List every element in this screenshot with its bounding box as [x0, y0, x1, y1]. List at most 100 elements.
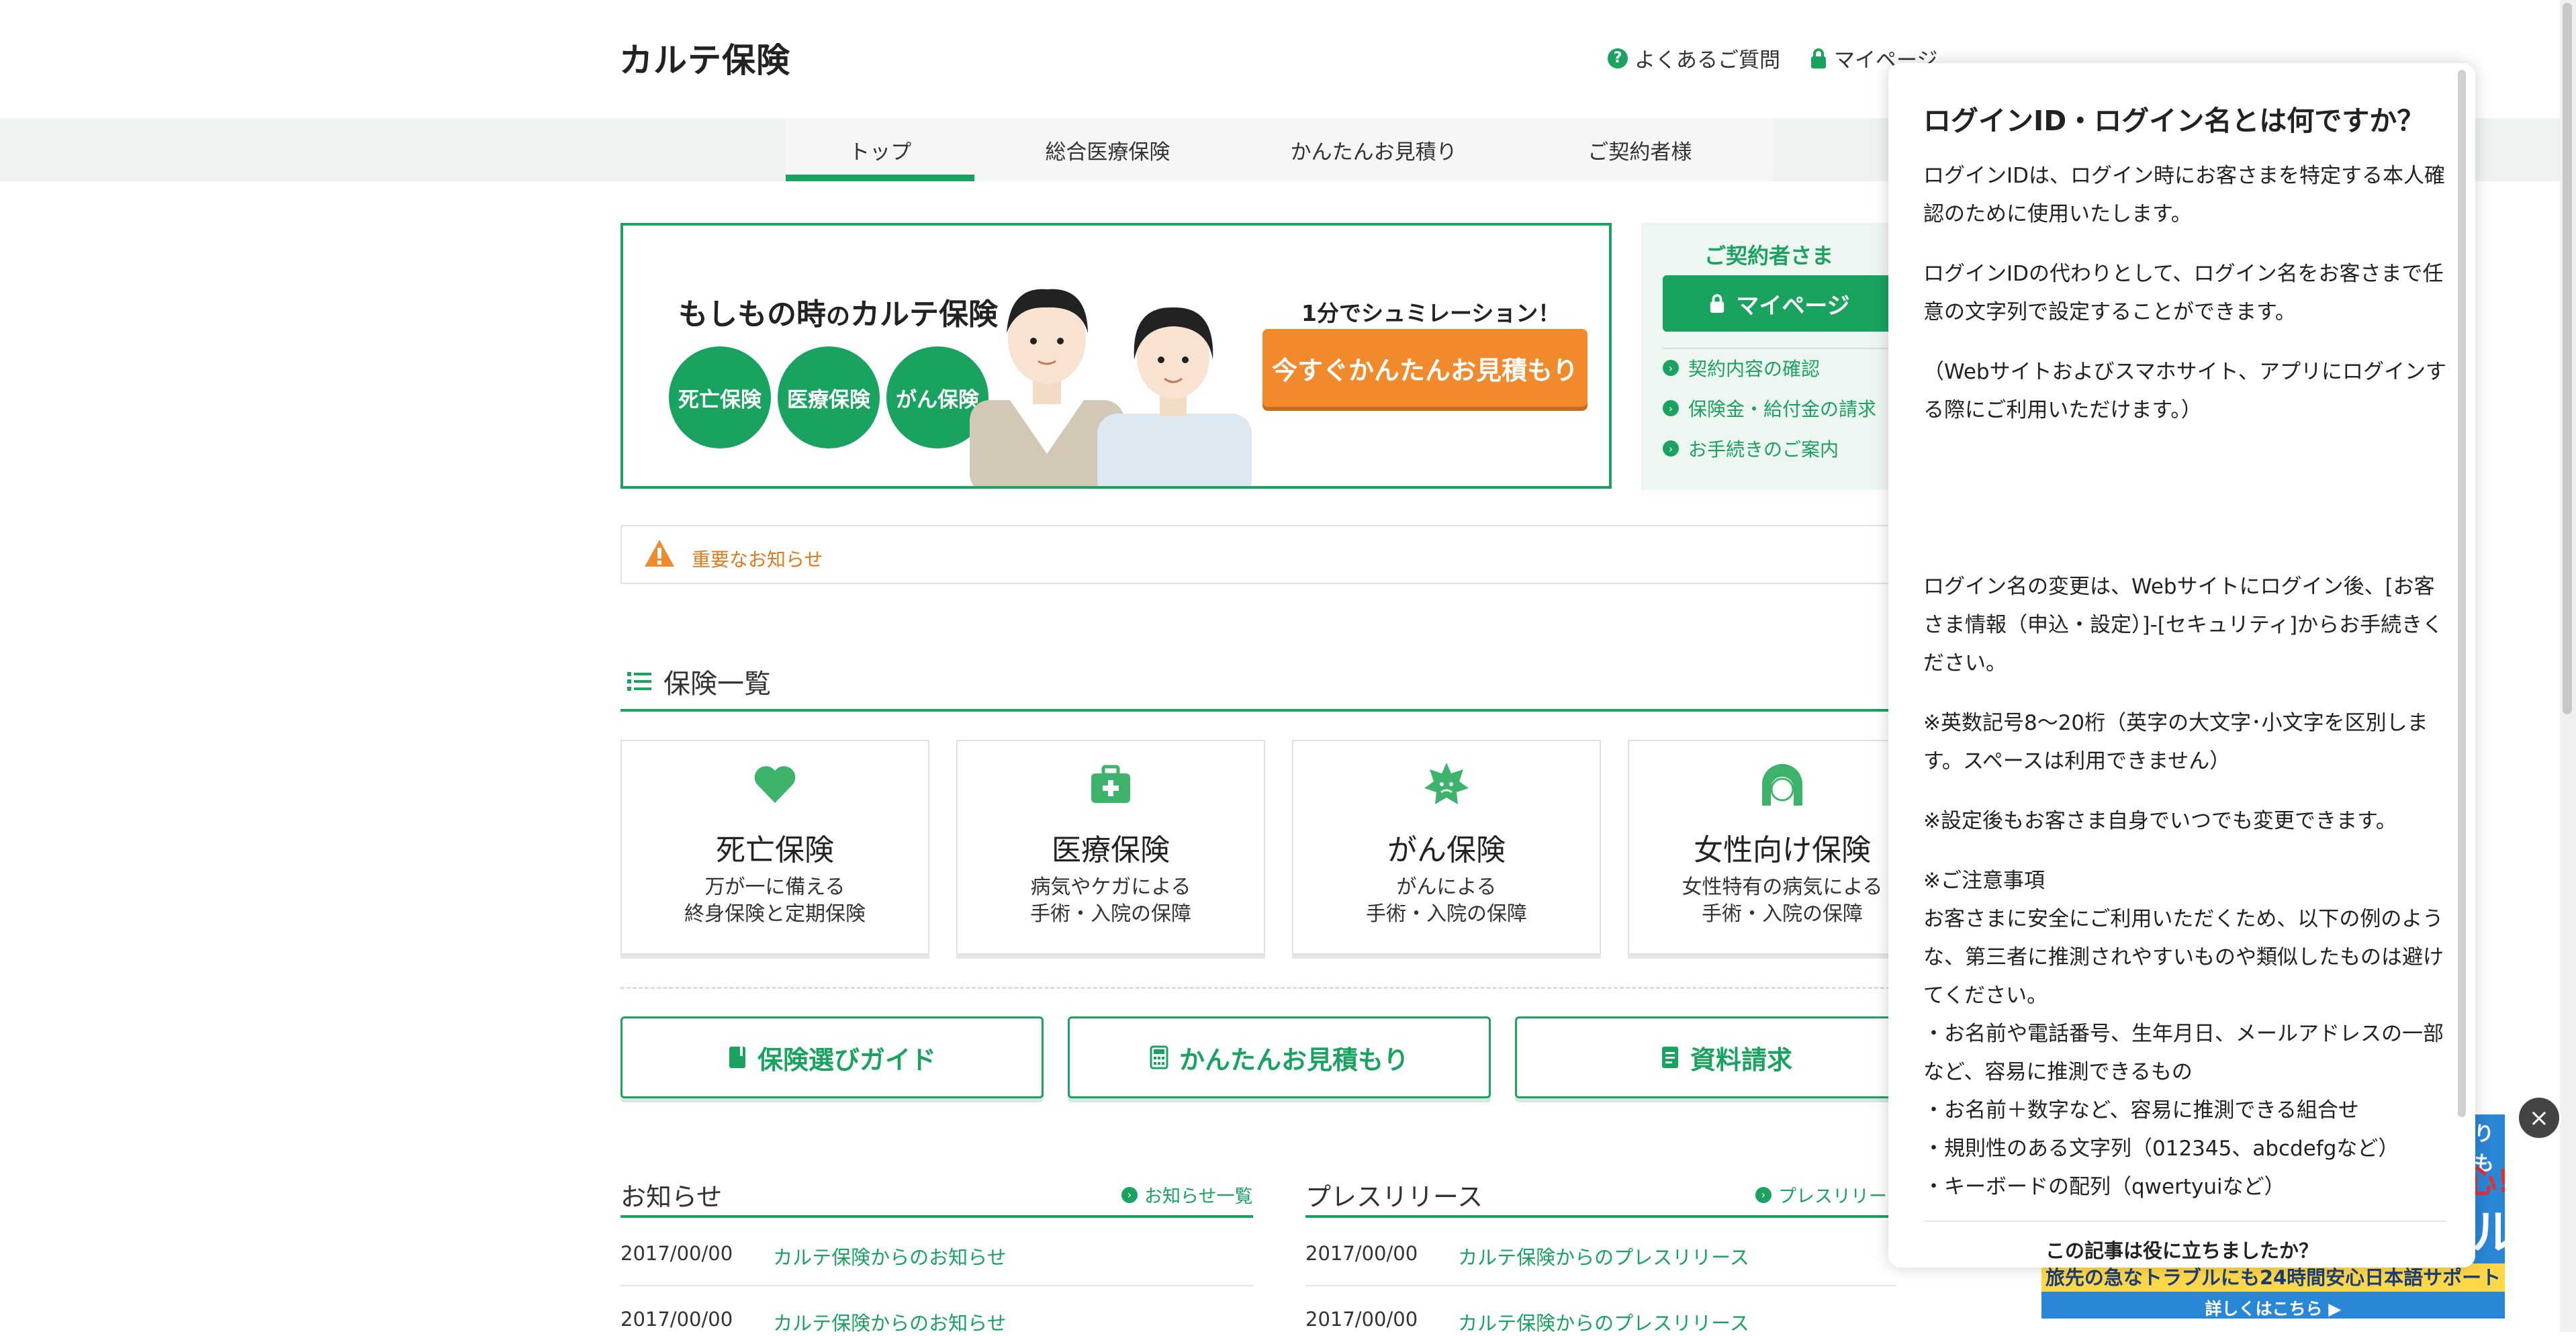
news-more-link[interactable]: › お知らせ一覧: [1121, 1182, 1252, 1208]
important-notice[interactable]: 重要なお知らせ: [620, 525, 1896, 584]
circle-death: 死亡保険: [669, 346, 771, 448]
card-medical-insurance[interactable]: 医療保険 病気やケガによる 手術・入院の保障: [956, 740, 1265, 955]
close-icon: ×: [2528, 1104, 2550, 1132]
chevron-right-icon: ›: [1121, 1186, 1138, 1203]
woman-icon: [1761, 763, 1803, 806]
chevron-right-icon: ›: [1663, 360, 1679, 376]
quick-estimate-button[interactable]: かんたんお見積もり: [1068, 1016, 1491, 1098]
help-panel: ログインID・ログイン名とは何ですか？ ログインIDは、ログイン時にお客さまを特…: [1888, 63, 2475, 1268]
press-title: プレスリリース: [1305, 1182, 1483, 1212]
page-scrollbar-thumb[interactable]: [2563, 3, 2572, 714]
notice-text: 重要なお知らせ: [692, 548, 823, 571]
hero-title-b: の: [826, 303, 851, 330]
help-bullet: ・規則性のある文字列（012345、abcdefgなど）: [1923, 1137, 2399, 1161]
tab-top[interactable]: トップ: [786, 118, 975, 181]
member-link-label: 保険金・給付金の請求: [1688, 398, 1877, 420]
ad-more-link[interactable]: 詳しくはこちら ▶: [2041, 1296, 2505, 1319]
card-title: 死亡保険: [716, 833, 834, 867]
member-link-label: 契約内容の確認: [1688, 358, 1821, 380]
news-title: お知らせ: [620, 1182, 723, 1212]
help-caution-title: ※ご注意事項: [1923, 869, 2045, 893]
card-desc: 病気やケガによる 手術・入院の保障: [958, 874, 1264, 928]
document-icon: [1661, 1047, 1678, 1068]
card-death-insurance[interactable]: 死亡保険 万が一に備える 終身保険と定期保険: [620, 740, 929, 955]
member-link-procedures[interactable]: › お手続きのご案内: [1663, 435, 1876, 462]
tab-members[interactable]: ご契約者様: [1507, 118, 1773, 181]
press-more-label: プレスリリース: [1778, 1186, 1904, 1207]
member-mypage-button[interactable]: マイページ: [1663, 275, 1896, 332]
member-link-contract[interactable]: › 契約内容の確認: [1663, 354, 1876, 381]
simulation-label: 1分でシュミレーション！: [1301, 300, 1561, 326]
ad-strip-text: 旅先の急なトラブルにも24時間安心日本語サポート: [2041, 1263, 2505, 1292]
list-icon: [627, 672, 651, 691]
card-desc-line: 病気やケガによる: [1030, 875, 1191, 899]
card-desc-line: 万が一に備える: [704, 875, 845, 899]
guide-button-label: 保険選びガイド: [757, 1045, 936, 1075]
circle-medical: 医療保険: [778, 346, 880, 448]
hero-banner[interactable]: もしもの時のカルテ保険 死亡保険 医療保険 がん保険 1分でシュミレーション！ …: [620, 223, 1612, 489]
member-links: › 契約内容の確認 › 保険金・給付金の請求 › お手続きのご案内: [1663, 354, 1876, 462]
faq-link[interactable]: ? よくあるご質問: [1608, 43, 1780, 73]
member-mypage-label: マイページ: [1736, 292, 1850, 320]
global-nav: トップ 総合医療保険 かんたんお見積り ご契約者様: [786, 118, 1773, 181]
member-link-claim[interactable]: › 保険金・給付金の請求: [1663, 395, 1876, 422]
help-panel-title: ログインID・ログイン名とは何ですか？: [1923, 105, 2425, 137]
section-divider: [620, 709, 1896, 712]
help-panel-body: ログインIDは、ログイン時にお客さまを特定する本人確認のために使用いたします。 …: [1923, 157, 2447, 1206]
help-panel-scrollbar[interactable]: [2458, 70, 2466, 1117]
card-desc-line: 終身保険と定期保険: [684, 902, 866, 926]
lock-icon: [1710, 294, 1724, 313]
help-paragraph: ※設定後もお客さま自身でいつでも変更できます。: [1923, 809, 2397, 833]
help-paragraph: ログインIDは、ログイン時にお客さまを特定する本人確認のために使用いたします。: [1923, 164, 2446, 226]
card-title: 医療保険: [1052, 833, 1170, 867]
press-row-divider: [1305, 1285, 1896, 1286]
medical-kit-icon: [1091, 765, 1130, 803]
cancer-icon: [1424, 763, 1469, 804]
news-link[interactable]: カルテ保険からのお知らせ: [773, 1242, 1006, 1270]
help-panel-divider: [1923, 1221, 2447, 1222]
news-date: 2017/00/00: [620, 1242, 733, 1265]
chevron-right-icon: ›: [1663, 400, 1679, 416]
warning-icon: [645, 540, 674, 567]
tab-estimate[interactable]: かんたんお見積り: [1241, 118, 1507, 181]
press-more-link[interactable]: › プレスリリース: [1755, 1182, 1904, 1208]
member-box: ご契約者さま マイページ › 契約内容の確認 › 保険金・給付金の請求 › お手続きの…: [1641, 223, 1896, 490]
news-row-divider: [620, 1285, 1253, 1286]
couple-illustration: [970, 289, 1252, 486]
chevron-right-icon: ›: [1663, 440, 1679, 457]
help-paragraph: ※英数記号8〜20桁（英字の大文字･小文字を区別します。スペースは利用できません…: [1923, 711, 2428, 773]
news-divider: [620, 1215, 1253, 1218]
guide-button[interactable]: 保険選びガイド: [620, 1016, 1044, 1098]
help-paragraph: （Webサイトおよびスマホサイト、アプリにログインする際にご利用いただけます。）: [1923, 360, 2447, 422]
chevron-right-icon: ›: [1755, 1186, 1772, 1203]
question-icon: ?: [1608, 48, 1628, 68]
estimate-now-button[interactable]: 今すぐかんたんお見積もり: [1262, 329, 1588, 407]
help-paragraph: ログインIDの代わりとして、ログイン名をお客さまで任意の文字列で設定することがで…: [1923, 262, 2444, 324]
site-logo[interactable]: カルテ保険: [619, 34, 790, 82]
press-link[interactable]: カルテ保険からのプレスリリース: [1458, 1242, 1749, 1270]
card-cancer-insurance[interactable]: がん保険 がんによる 手術・入院の保障: [1292, 740, 1601, 955]
header-links: ? よくあるご質問 マイページ: [1608, 43, 1937, 73]
ad-close-button[interactable]: ×: [2517, 1096, 2561, 1140]
calculator-icon: [1150, 1045, 1168, 1069]
insurance-list-title: 保険一覧: [627, 662, 771, 701]
press-date: 2017/00/00: [1305, 1242, 1418, 1265]
card-desc-line: 手術・入院の保障: [1030, 902, 1191, 926]
press-divider: [1305, 1215, 1896, 1218]
news-more-label: お知らせ一覧: [1144, 1186, 1253, 1207]
heart-icon: [754, 766, 796, 803]
help-feedback-prompt: この記事は役に立ちましたか？: [2045, 1239, 2318, 1262]
hero-title-a: もしもの時: [678, 297, 826, 332]
insurance-list-label: 保険一覧: [663, 669, 771, 700]
tab-medical[interactable]: 総合医療保険: [974, 118, 1240, 181]
help-bullet: ・お名前＋数字など、容易に推測できる組合せ: [1923, 1098, 2359, 1123]
card-desc-line: 手術・入院の保障: [1366, 902, 1527, 926]
quick-estimate-label: かんたんお見積もり: [1179, 1045, 1409, 1075]
card-desc: 万が一に備える 終身保険と定期保険: [622, 874, 928, 928]
lock-icon: [1811, 48, 1826, 68]
dashed-divider: [620, 987, 1896, 989]
document-request-button[interactable]: 資料請求: [1515, 1016, 1938, 1098]
news-item[interactable]: 2017/00/00 カルテ保険からのお知らせ: [620, 1242, 1007, 1270]
press-item[interactable]: 2017/00/00 カルテ保険からのプレスリリース: [1305, 1242, 1749, 1270]
ad-fragment-big: ル: [2471, 1205, 2505, 1260]
